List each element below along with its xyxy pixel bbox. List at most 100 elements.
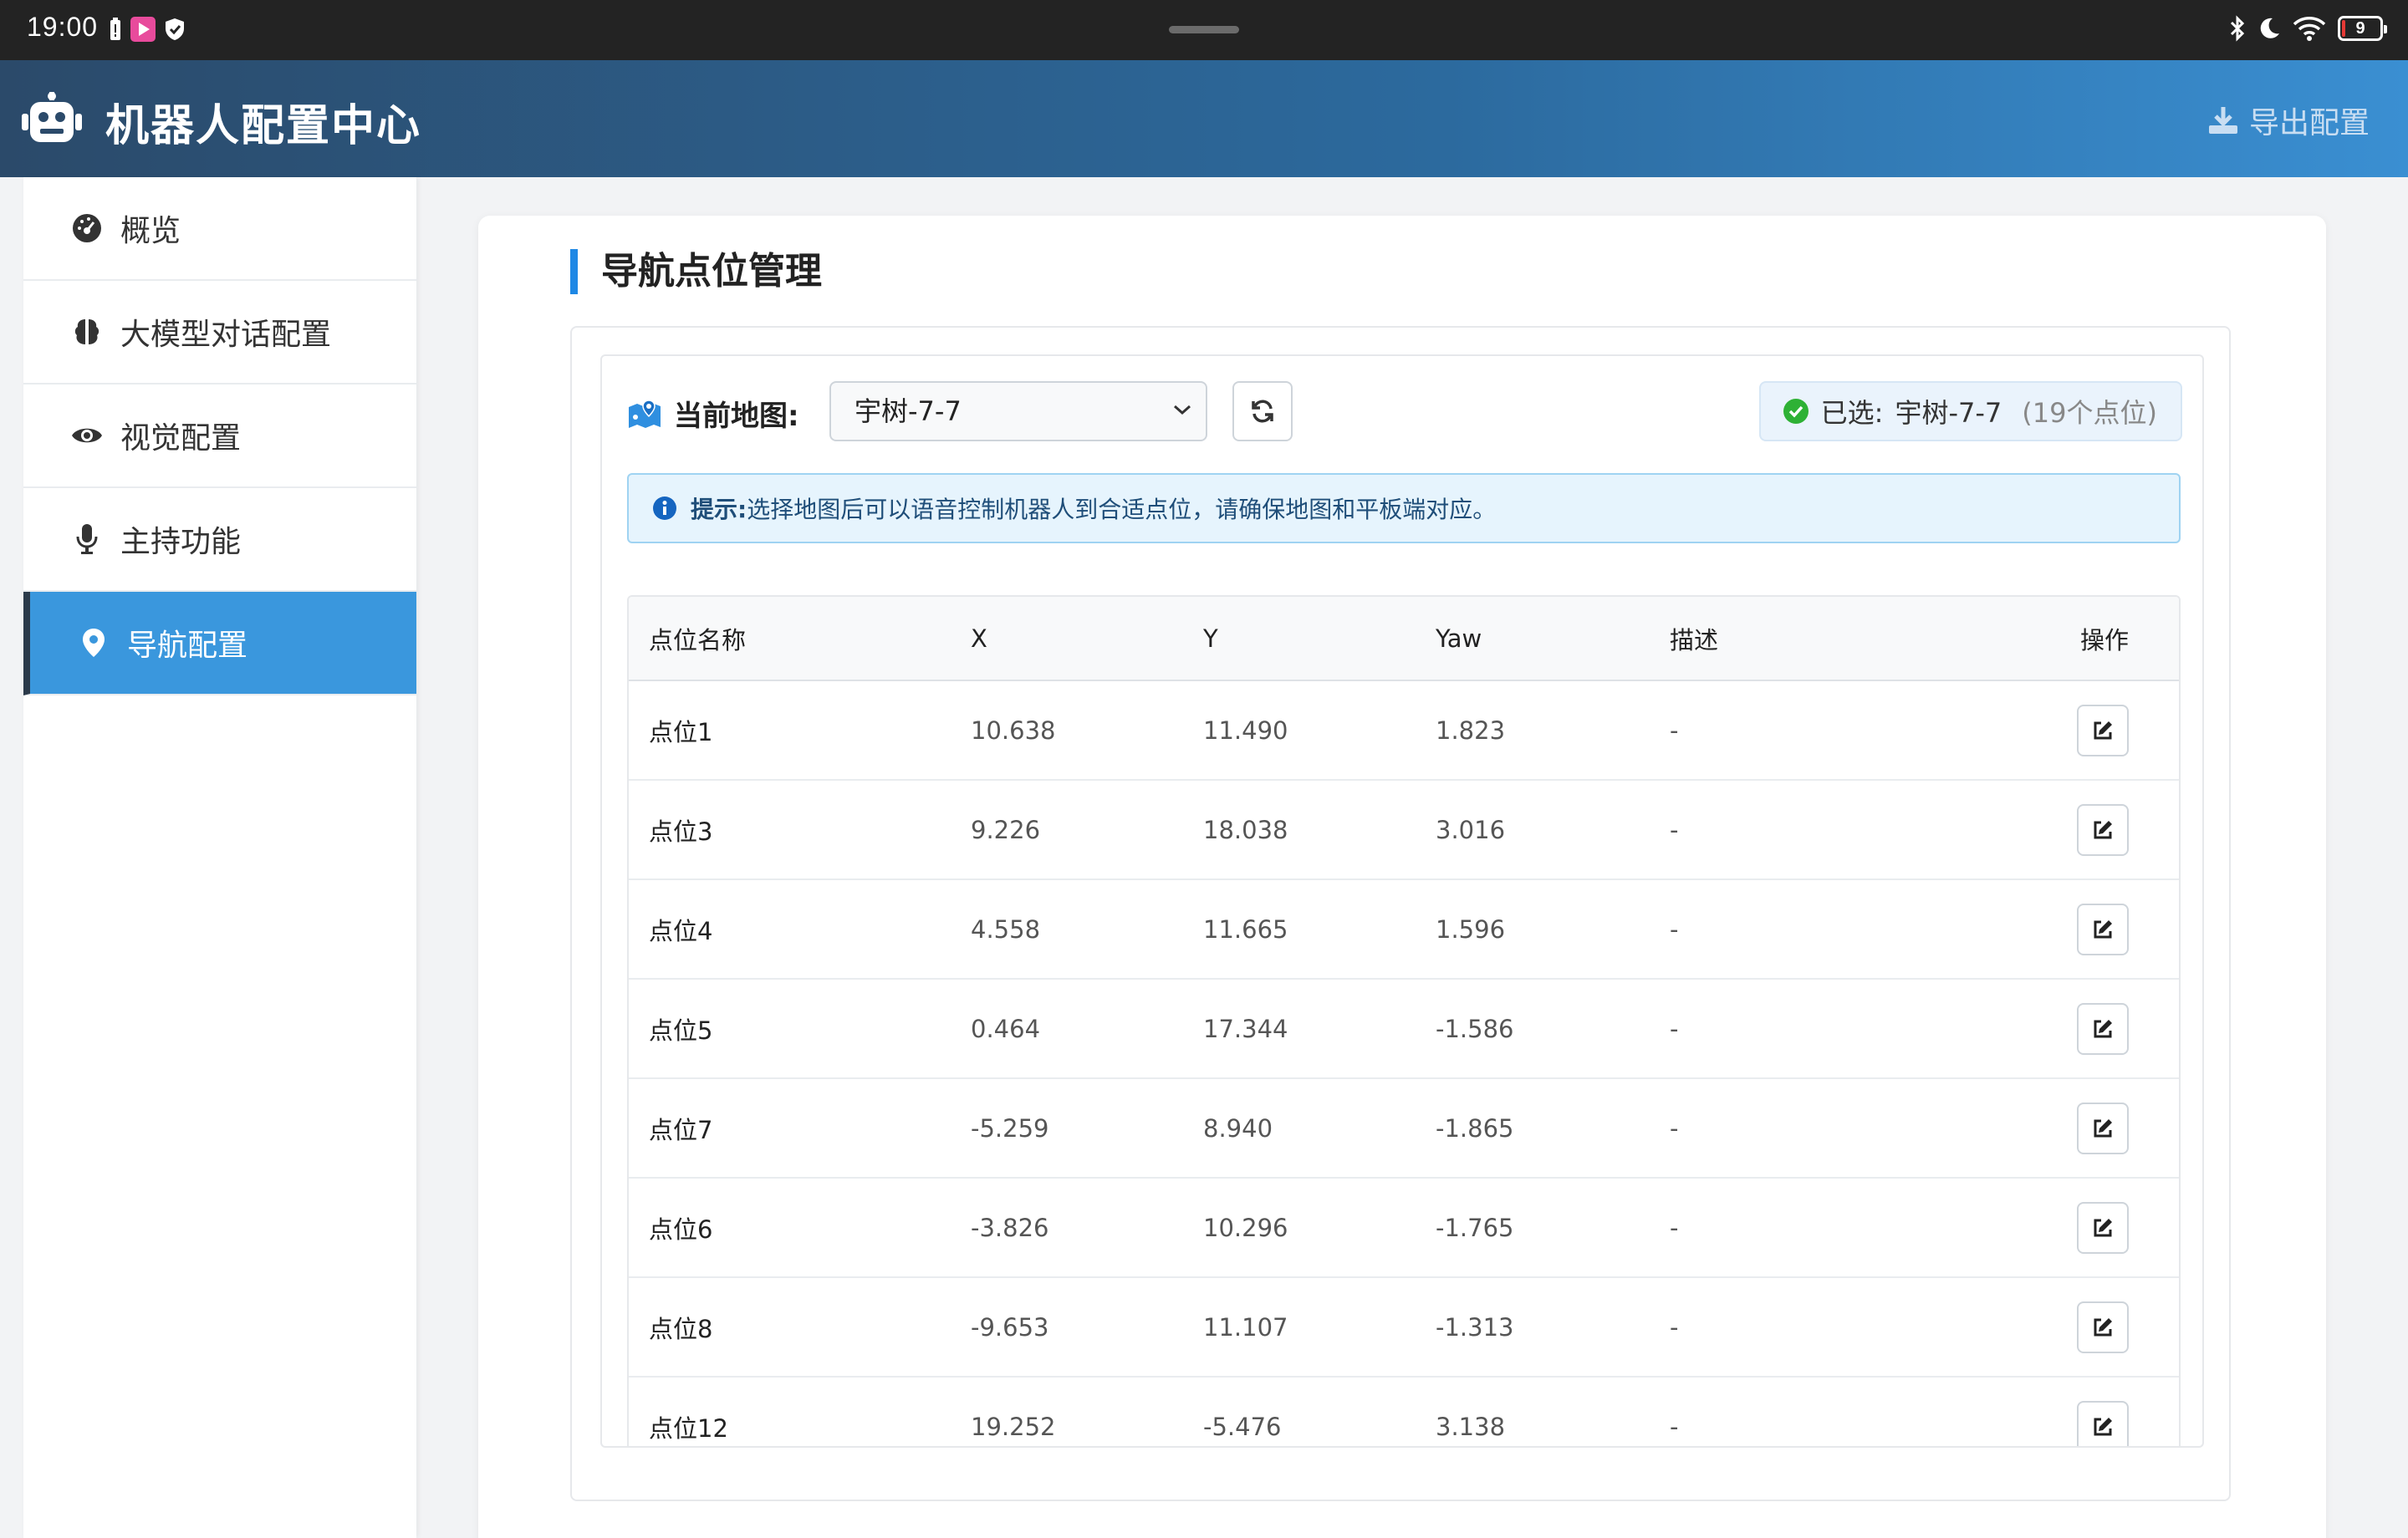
edit-button[interactable] (2077, 1201, 2129, 1254)
cell-actions (1951, 1078, 2179, 1179)
sidebar-item-label: 导航配置 (127, 629, 248, 663)
cell-desc: - (1650, 879, 1951, 980)
sidebar-item-label: 概览 (120, 214, 181, 248)
cell-name: 点位4 (629, 879, 951, 980)
cell-x: 9.226 (951, 780, 1183, 880)
cell-actions (1951, 979, 2179, 1079)
edit-icon (2094, 721, 2112, 739)
map-label: 当前地图: (627, 393, 799, 434)
cell-x: -5.259 (951, 1078, 1183, 1179)
edit-icon (2094, 1019, 2112, 1037)
map-select[interactable]: 宇树-7-7 (829, 381, 1207, 441)
sidebar-item-llm-chat[interactable]: 大模型对话配置 (23, 281, 416, 384)
download-icon (2208, 107, 2237, 134)
edit-button[interactable] (2077, 803, 2129, 856)
microphone-icon (70, 522, 104, 556)
cell-name: 点位6 (629, 1178, 951, 1278)
cell-y: 10.296 (1183, 1178, 1416, 1278)
robot-icon (22, 92, 82, 149)
sidebar-item-label: 视觉配置 (120, 421, 242, 456)
cell-actions (1951, 1377, 2179, 1446)
cell-x: 0.464 (951, 979, 1183, 1079)
waypoint-table: 点位名称 X Y Yaw 描述 操作 点位1 10.638 11.490 1.8… (629, 597, 2179, 1446)
cell-desc: - (1650, 780, 1951, 880)
column-header-name: 点位名称 (629, 597, 951, 681)
edit-button[interactable] (2077, 1301, 2129, 1353)
cell-actions (1951, 879, 2179, 980)
system-indicators: 9 (2229, 15, 2387, 42)
cell-y: 8.940 (1183, 1078, 1416, 1179)
cell-yaw: 3.138 (1416, 1377, 1650, 1446)
tip-alert: 提示:选择地图后可以语音控制机器人到合适点位，请确保地图和平板端对应。 (627, 473, 2181, 543)
cell-x: 4.558 (951, 879, 1183, 980)
table-row: 点位4 4.558 11.665 1.596 - (629, 879, 2179, 980)
info-icon (653, 497, 676, 520)
cell-y: 11.490 (1183, 680, 1416, 781)
cell-desc: - (1650, 1078, 1951, 1179)
map-select-value: 宇树-7-7 (855, 395, 962, 427)
map-marked-icon (629, 399, 661, 428)
moon-icon (2260, 18, 2279, 38)
cell-yaw: -1.586 (1416, 979, 1650, 1079)
table-row: 点位12 19.252 -5.476 3.138 - (629, 1377, 2179, 1446)
export-config-button[interactable]: 导出配置 (2207, 99, 2370, 142)
cell-desc: - (1650, 1377, 1951, 1446)
sidebar-item-host[interactable]: 主持功能 (23, 488, 416, 592)
dashboard-icon (70, 211, 104, 245)
table-row: 点位6 -3.826 10.296 -1.765 - (629, 1178, 2179, 1278)
selected-map-badge: 已选: 宇树-7-7 (19个点位) (1758, 381, 2182, 441)
sidebar-item-navigation[interactable]: 导航配置 (23, 592, 416, 695)
cell-y: 17.344 (1183, 979, 1416, 1079)
table-row: 点位3 9.226 18.038 3.016 - (629, 780, 2179, 880)
cell-x: 10.638 (951, 680, 1183, 781)
edit-icon (2094, 1218, 2112, 1236)
cell-yaw: 1.596 (1416, 879, 1650, 980)
sidebar-item-label: 大模型对话配置 (120, 318, 332, 352)
cell-actions (1951, 680, 2179, 781)
battery-indicator: 9 (2338, 16, 2387, 41)
section-title: 导航点位管理 (570, 249, 822, 294)
cell-desc: - (1650, 1178, 1951, 1278)
cell-actions (1951, 780, 2179, 880)
waypoint-container: 当前地图: 宇树-7-7 已选: 宇树-7-7 (19个点位) 提示:选择地图后… (570, 326, 2231, 1501)
selected-point-count: (19个点位) (2022, 397, 2157, 429)
wifi-icon (2293, 17, 2326, 41)
app-header: 机器人配置中心 导出配置 (0, 60, 2408, 177)
cell-yaw: -1.865 (1416, 1078, 1650, 1179)
edit-icon (2094, 1118, 2112, 1137)
column-header-y: Y (1183, 597, 1416, 681)
system-status-bar: 19:00 9 (0, 0, 2408, 60)
table-row: 点位1 10.638 11.490 1.823 - (629, 680, 2179, 781)
edit-button[interactable] (2077, 1400, 2129, 1446)
export-config-label: 导出配置 (2248, 106, 2370, 140)
sidebar: 概览 大模型对话配置 视觉配置 主持功能 导航配置 (23, 177, 416, 1538)
edit-button[interactable] (2077, 1002, 2129, 1055)
cell-name: 点位5 (629, 979, 951, 1079)
edit-button[interactable] (2077, 1102, 2129, 1154)
table-row: 点位8 -9.653 11.107 -1.313 - (629, 1277, 2179, 1378)
column-header-x: X (951, 597, 1183, 681)
eye-icon (70, 419, 104, 452)
cell-yaw: -1.313 (1416, 1277, 1650, 1378)
cell-yaw: -1.765 (1416, 1178, 1650, 1278)
sidebar-item-overview[interactable]: 概览 (23, 177, 416, 281)
refresh-button[interactable] (1232, 381, 1293, 441)
notification-icons (109, 17, 186, 42)
column-header-actions: 操作 (1951, 597, 2179, 681)
refresh-icon (1252, 400, 1273, 423)
map-pin-icon (77, 626, 110, 660)
cell-name: 点位1 (629, 680, 951, 781)
cell-actions (1951, 1277, 2179, 1378)
table-row: 点位5 0.464 17.344 -1.586 - (629, 979, 2179, 1079)
main-panel: 导航点位管理 当前地图: 宇树-7-7 已选: 宇树-7-7 (19个点位) 提… (478, 216, 2326, 1538)
edit-button[interactable] (2077, 903, 2129, 955)
brain-icon (70, 315, 104, 349)
cell-y: 18.038 (1183, 780, 1416, 880)
cell-y: -5.476 (1183, 1377, 1416, 1446)
battery-alert-icon (110, 18, 120, 40)
drag-handle[interactable] (1169, 26, 1239, 33)
edit-button[interactable] (2077, 704, 2129, 756)
cell-name: 点位12 (629, 1377, 951, 1446)
sidebar-item-vision[interactable]: 视觉配置 (23, 384, 416, 488)
edit-icon (2094, 1417, 2112, 1435)
